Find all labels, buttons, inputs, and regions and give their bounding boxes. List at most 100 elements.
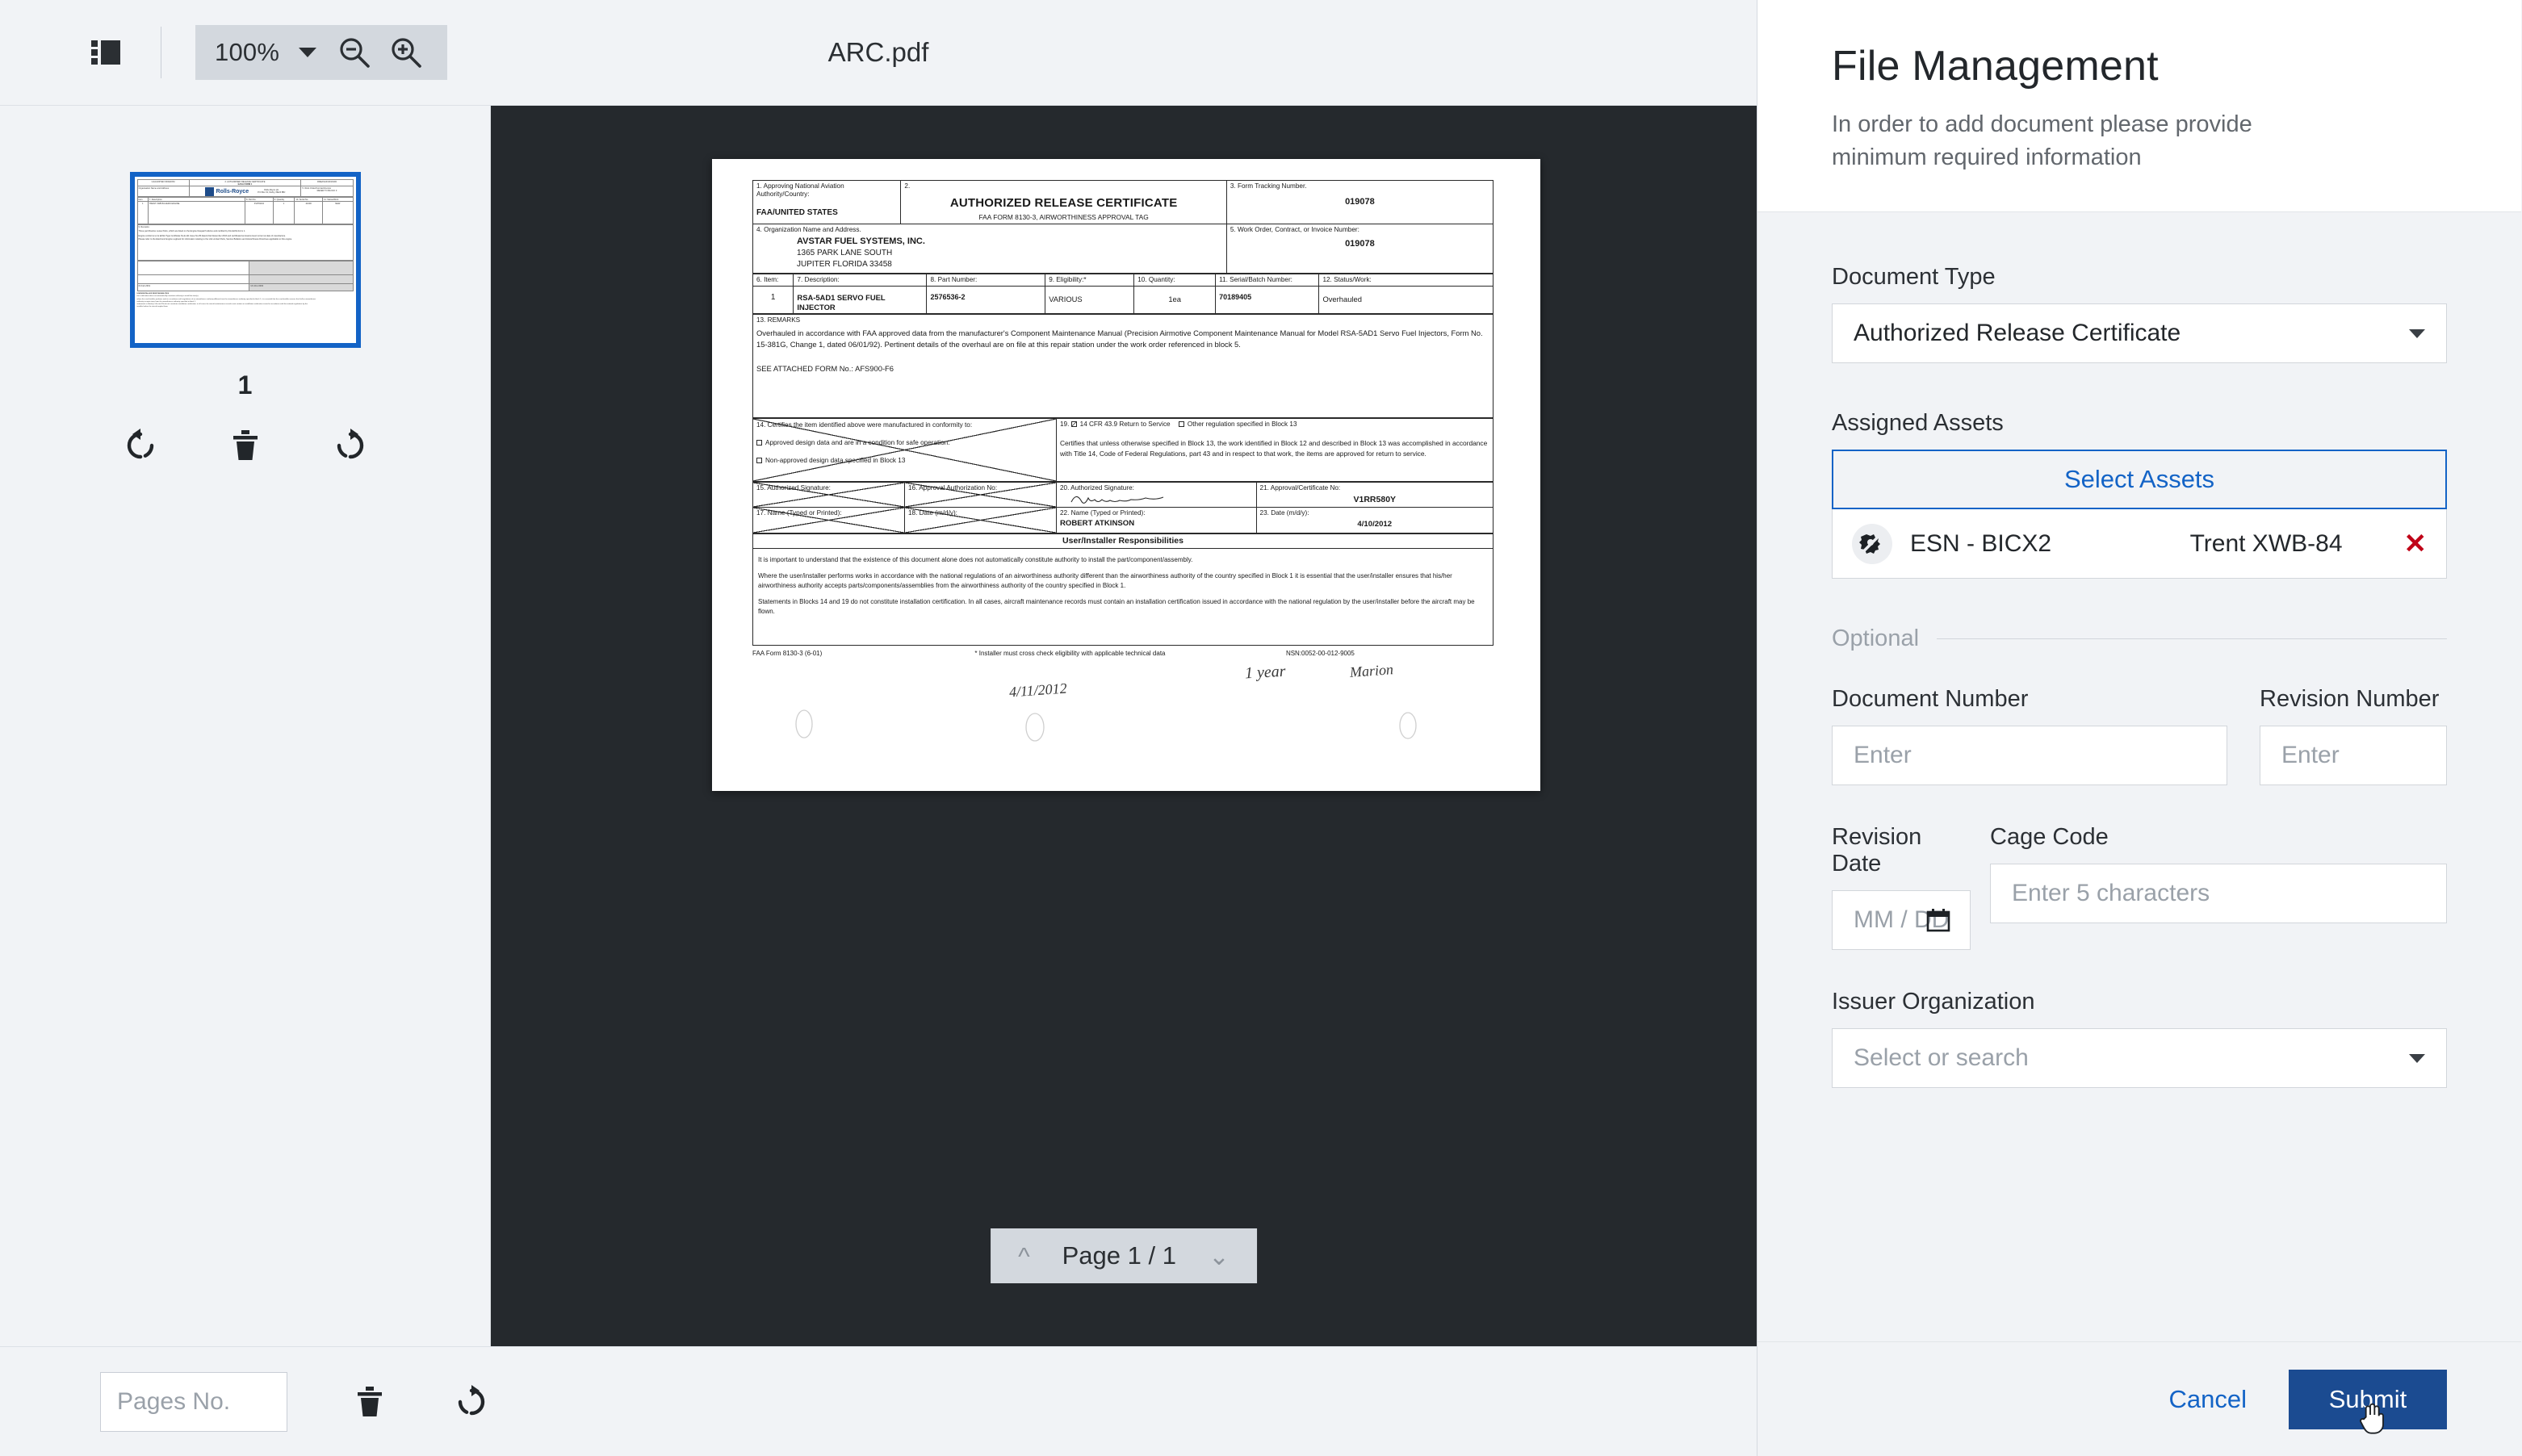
- file-management-panel: File Management In order to add document…: [1757, 0, 2521, 1456]
- doc-b23-label: 23. Date (m/d/y):: [1259, 509, 1309, 517]
- panel-subtitle: In order to add document please provide …: [1832, 111, 2252, 171]
- thumbnail-page-1[interactable]: CAA/UNITED KINGDOM 2. AUTHORISED RELEASE…: [129, 172, 361, 348]
- document-type-select[interactable]: Authorized Release Certificate: [1832, 303, 2447, 364]
- field-issuer-organization: Issuer Organization Select or search: [1832, 989, 2447, 1089]
- chevron-down-icon: [2409, 1053, 2425, 1063]
- doc-row-part: 2576536-2: [926, 286, 1046, 315]
- pdf-canvas[interactable]: 1. Approving National Aviation Authority…: [491, 106, 1757, 1346]
- thumb-country: CAA/UNITED KINGDOM: [136, 179, 190, 186]
- issuer-organization-select[interactable]: Select or search: [1832, 1028, 2447, 1089]
- assigned-assets-label: Assigned Assets: [1832, 410, 2004, 437]
- doc-b4-org: AVSTAR FUEL SYSTEMS, INC.: [797, 236, 925, 246]
- panel-header: File Management In order to add document…: [1757, 0, 2521, 213]
- checkbox-approved-design[interactable]: [756, 440, 762, 446]
- thumbnail-actions: [121, 426, 370, 465]
- doc-b19-label: 19.: [1059, 420, 1070, 429]
- issuer-organization-placeholder: Select or search: [1854, 1044, 2029, 1072]
- thumb-remarks-label: 9. Remarks: [138, 225, 149, 228]
- document-number-input[interactable]: [1832, 726, 2227, 786]
- calendar-icon[interactable]: [1925, 907, 1951, 933]
- revision-date-label: Revision Date: [1832, 824, 1922, 877]
- pages-number-input[interactable]: [100, 1371, 287, 1432]
- row-revision-date-cage-code: Revision Date MM / DD / YYYY Cage Code E…: [1832, 824, 2447, 951]
- doc-b4-addr1: 1365 PARK LANE SOUTH: [797, 248, 893, 257]
- doc-col-5: 11. Serial/Batch Number:: [1215, 274, 1320, 287]
- zoom-in-icon[interactable]: [384, 31, 428, 74]
- doc-row-desc: RSA-5AD1 SERVO FUEL INJECTOR: [793, 286, 928, 315]
- chevron-down-icon[interactable]: ⌄: [1209, 1244, 1230, 1269]
- select-assets-button[interactable]: Select Assets: [1832, 450, 2447, 510]
- panel-footer: Cancel Submit: [1757, 1341, 2521, 1456]
- doc-b19-text: Certifies that unless otherwise specifie…: [1059, 439, 1488, 458]
- close-x-icon[interactable]: ✕: [2404, 530, 2428, 558]
- thumb-org-label: Organisation Name and Address:: [136, 186, 190, 197]
- viewer-toolbar: 100% ARC.pdf: [0, 0, 1757, 106]
- field-document-type: Document Type Authorized Release Certifi…: [1832, 264, 2447, 364]
- pdf-page: 1. Approving National Aviation Authority…: [712, 159, 1540, 791]
- viewer-body: CAA/UNITED KINGDOM 2. AUTHORISED RELEASE…: [0, 106, 1757, 1346]
- doc-foot-right: NSN:0052-00-012-9005: [1285, 649, 1355, 657]
- rotate-left-icon[interactable]: [121, 426, 160, 465]
- doc-b16-label: 16. Approval Authorization No:: [907, 484, 998, 492]
- doc-b3-value: 019078: [1345, 197, 1375, 207]
- viewer-footer: [0, 1346, 1757, 1456]
- field-assigned-assets: Assigned Assets Select Assets ESN - BICX…: [1832, 410, 2447, 579]
- thumb-row-4: 21000: [294, 201, 324, 224]
- zoom-control-group: 100%: [195, 25, 448, 80]
- arc-document: 1. Approving National Aviation Authority…: [752, 180, 1494, 747]
- divider-line: [1937, 638, 2447, 640]
- rotate-right-icon[interactable]: [331, 426, 370, 465]
- revision-number-input[interactable]: [2260, 726, 2447, 786]
- trash-icon[interactable]: [350, 1383, 389, 1421]
- panel-title: File Management: [1832, 43, 2159, 90]
- row-document-revision-number: Document Number Revision Number: [1832, 686, 2447, 786]
- document-type-label: Document Type: [1832, 264, 1996, 291]
- doc-b14-opt2: Non-approved design data specified in Bl…: [765, 457, 906, 465]
- doc-b5-value: 019078: [1345, 238, 1375, 249]
- doc-b19-opt1: 14 CFR 43.9 Return to Service: [1079, 420, 1171, 429]
- sidebar-layout-icon[interactable]: [83, 30, 128, 75]
- doc-b4-label: 4. Organization Name and Address.: [756, 225, 861, 233]
- doc-b2-title: AUTHORIZED RELEASE CERTIFICATE: [949, 196, 1178, 210]
- thumb-row-5: NEW: [322, 201, 354, 224]
- doc-b21-value: V1RR580Y: [1353, 495, 1397, 505]
- chevron-up-icon[interactable]: ^: [1018, 1244, 1030, 1269]
- thumb-auth-no: UK.21G.0003: [249, 283, 354, 291]
- doc-b3-label: 3. Form Tracking Number.: [1230, 182, 1307, 190]
- field-revision-number: Revision Number: [2260, 686, 2447, 786]
- document-type-value: Authorized Release Certificate: [1854, 320, 2181, 347]
- checkbox-other-regulation[interactable]: [1178, 421, 1184, 428]
- doc-b5-label: 5. Work Order, Contract, or Invoice Numb…: [1230, 225, 1359, 233]
- thumb-row-1: TRENT XWB-84 AERO ENGINE: [147, 201, 245, 224]
- thumb-remarks-3: Please refer to the Electronic Engine Lo…: [138, 237, 292, 241]
- checkbox-nonapproved-design[interactable]: [756, 458, 762, 464]
- trash-icon[interactable]: [226, 426, 265, 465]
- doc-footer: FAA Form 8130-3 (6-01) * Installer must …: [752, 650, 1494, 658]
- submit-button[interactable]: Submit: [2289, 1369, 2447, 1434]
- revision-date-wrap: [1832, 890, 1971, 951]
- thumb-row-2: KV879234: [244, 201, 274, 224]
- doc-b1-label: 1. Approving National Aviation Authority…: [756, 182, 844, 198]
- thumb-wo: REFER TO BLOCK 3: [316, 189, 337, 192]
- page-navigator: ^ Page 1 / 1 ⌄: [991, 1228, 1257, 1283]
- cage-code-input[interactable]: [1990, 864, 2447, 924]
- cancel-button[interactable]: Cancel: [2169, 1385, 2248, 1414]
- doc-handwriting-area: 4/11/2012 1 year Marion: [752, 658, 1494, 747]
- doc-col-6: 12. Status/Work:: [1318, 274, 1494, 287]
- field-document-number: Document Number: [1832, 686, 2227, 786]
- doc-row-elig: VARIOUS: [1045, 286, 1135, 315]
- zoom-out-icon[interactable]: [333, 31, 376, 74]
- doc-row-serial: 70189405: [1215, 286, 1320, 315]
- asset-esn: ESN - BICX2: [1910, 529, 2052, 557]
- doc-ui-p1: It is important to understand that the e…: [758, 555, 1193, 563]
- rotate-right-icon[interactable]: [452, 1383, 491, 1421]
- doc-row-qty: 1ea: [1133, 286, 1217, 315]
- checkbox-14cfr-checked[interactable]: [1070, 421, 1077, 428]
- doc-b23-value: 4/10/2012: [1357, 520, 1393, 529]
- thumbnail-page-number: 1: [237, 370, 253, 400]
- chevron-down-icon[interactable]: [299, 48, 317, 57]
- doc-ui-p3: Statements in Blocks 14 and 19 do not co…: [758, 597, 1475, 615]
- pdf-viewer: 100% ARC.pdf CAA/UNITED KINGDOM 2. AUTHO…: [0, 0, 1757, 1456]
- thumb-remarks-1: Three part Routine Loose Parts, which ar…: [138, 229, 246, 232]
